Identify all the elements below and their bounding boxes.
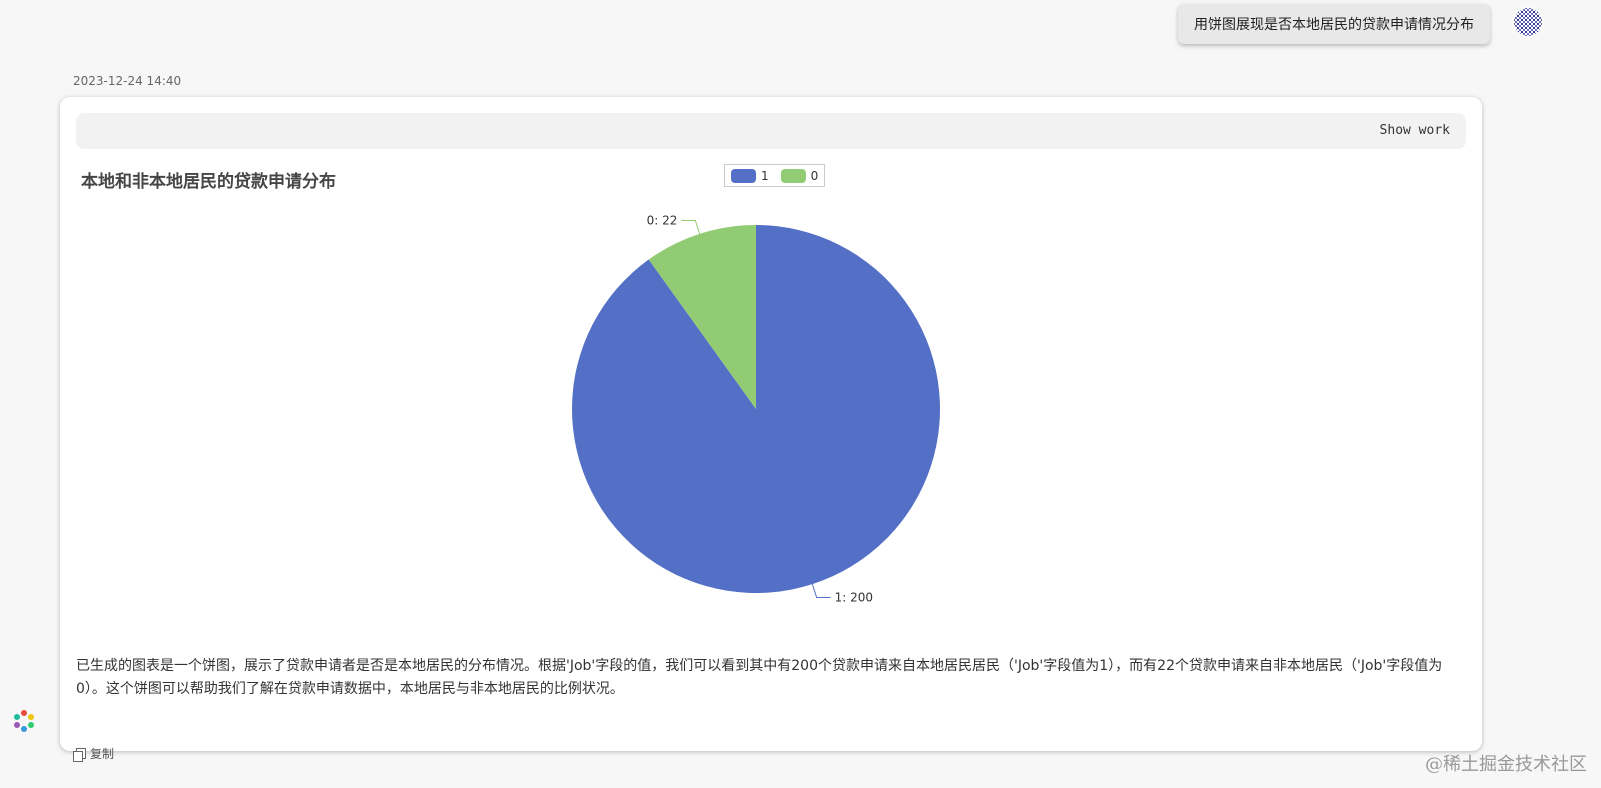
pie-label-line-1: [811, 584, 831, 598]
copy-label: 复制: [90, 747, 115, 761]
user-avatar[interactable]: [1513, 7, 1543, 37]
page: 用饼图展现是否本地居民的贷款申请情况分布 2023-12-24 14:40 Sh…: [0, 0, 1601, 788]
copy-button[interactable]: 复制: [73, 745, 114, 762]
pie-label-1: 1: 200: [835, 590, 873, 604]
show-work-bar: Show work: [76, 113, 1466, 149]
copy-icon: [73, 747, 86, 762]
message-timestamp: 2023-12-24 14:40: [73, 74, 182, 88]
pie-label-0: 0: 22: [647, 214, 678, 228]
pie-chart: 1: 200 0: 22: [571, 214, 940, 604]
user-message-bubble: 用饼图展现是否本地居民的贷款申请情况分布: [1178, 4, 1490, 44]
avatar-pattern-icon: [1514, 8, 1542, 36]
assistant-response-card: Show work 本地和非本地居民的贷款申请分布 1 0 1: 200 0: 2…: [60, 97, 1482, 751]
response-summary: 已生成的图表是一个饼图，展示了贷款申请者是否是本地居民的分布情况。根据'Job'…: [76, 658, 1443, 697]
watermark: @稀土掘金技术社区: [1425, 754, 1587, 775]
pie-label-line-0: [681, 220, 701, 234]
show-work-button[interactable]: Show work: [1380, 113, 1450, 149]
app-logo-icon[interactable]: [12, 709, 36, 733]
user-message-text: 用饼图展现是否本地居民的贷款申请情况分布: [1194, 17, 1474, 33]
